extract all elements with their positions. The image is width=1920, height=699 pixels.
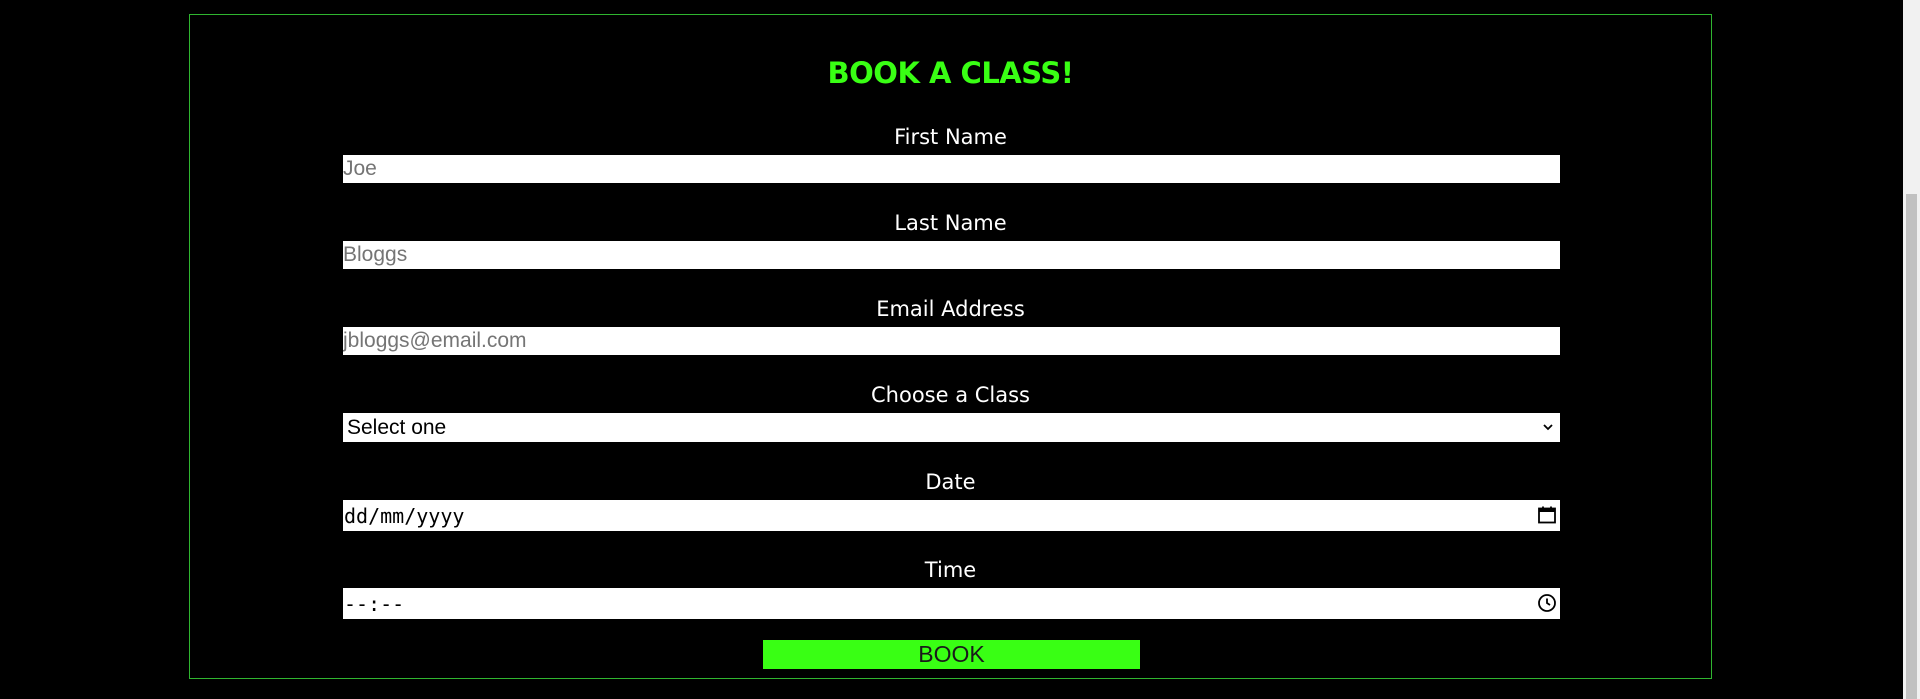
first-name-label: First Name — [894, 125, 1007, 149]
page-viewport: BOOK A CLASS! First Name Last Name Email… — [0, 0, 1920, 699]
date-input-value: dd/mm/yyyy — [344, 504, 465, 528]
first-name-input[interactable] — [343, 155, 1560, 183]
clock-icon[interactable] — [1536, 592, 1558, 614]
time-label: Time — [924, 558, 977, 582]
book-button[interactable]: BOOK — [763, 640, 1140, 669]
form-title: BOOK A CLASS! — [827, 56, 1074, 90]
booking-form: BOOK A CLASS! First Name Last Name Email… — [189, 14, 1712, 679]
time-input-value: --:-- — [344, 592, 405, 616]
email-label: Email Address — [876, 297, 1025, 321]
date-label: Date — [925, 470, 976, 494]
last-name-input[interactable] — [343, 241, 1560, 269]
date-input[interactable]: dd/mm/yyyy — [343, 500, 1560, 531]
class-label: Choose a Class — [871, 383, 1030, 407]
last-name-label: Last Name — [894, 211, 1007, 235]
page-scrollbar-thumb[interactable] — [1906, 194, 1917, 699]
class-select[interactable]: Select one — [343, 413, 1560, 442]
class-select-value: Select one — [347, 416, 447, 439]
chevron-down-icon — [1543, 424, 1553, 431]
email-input[interactable] — [343, 327, 1560, 355]
time-input[interactable]: --:-- — [343, 588, 1560, 619]
calendar-icon[interactable] — [1536, 504, 1558, 526]
